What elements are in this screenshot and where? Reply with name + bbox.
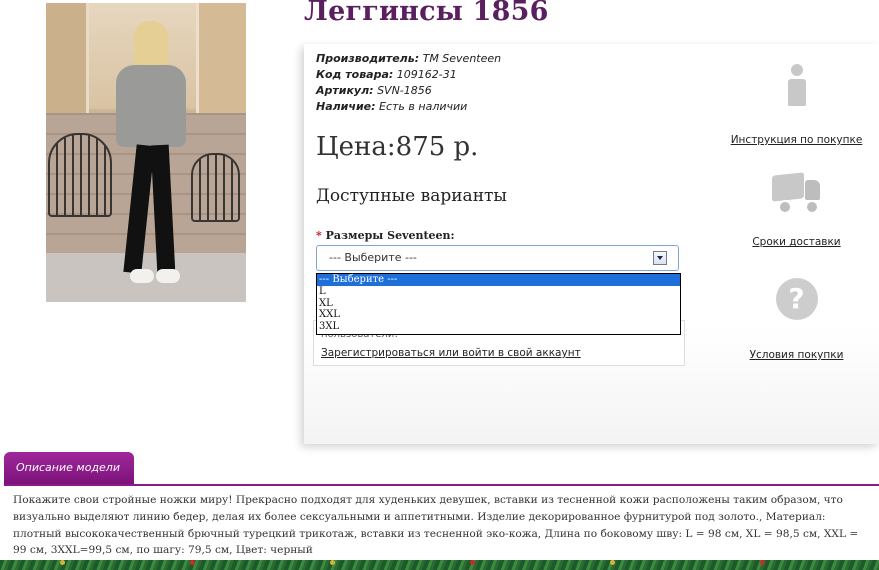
model-hair	[134, 21, 168, 67]
model-shoe-left	[130, 269, 154, 283]
register-login-link[interactable]: Зарегистрироваться или войти в свой акка…	[321, 347, 581, 359]
photo-grate-left	[48, 133, 112, 217]
size-select-value: --- Выберите ---	[329, 251, 417, 264]
info-icon	[785, 64, 809, 108]
garland-bauble	[760, 560, 765, 565]
meta-value: Есть в наличии	[379, 100, 468, 113]
size-option-l[interactable]: L	[317, 286, 680, 298]
product-image[interactable]	[46, 3, 246, 302]
meta-label: Код товара:	[316, 68, 394, 81]
photo-window-left	[46, 3, 89, 113]
model-shoe-right	[156, 269, 180, 283]
meta-label: Производитель:	[316, 52, 420, 65]
info-icon-dot	[790, 64, 803, 76]
info-icon-bar	[787, 79, 806, 106]
size-options-list: --- Выберите --- L XL XXL 3XL	[316, 273, 681, 335]
garland-bauble	[60, 560, 65, 565]
tab-divider	[4, 484, 879, 486]
instruction-link[interactable]: Инструкция по покупке	[714, 134, 879, 146]
tab-description-label: Описание модели	[16, 461, 120, 474]
truck-icon-wheel	[804, 200, 819, 214]
garland-bauble	[610, 560, 615, 565]
info-instruction[interactable]: Инструкция по покупке	[714, 64, 879, 146]
info-delivery[interactable]: Сроки доставки	[714, 172, 879, 248]
truck-icon-box	[771, 172, 804, 202]
garland-decoration	[0, 560, 879, 570]
chevron-down-icon[interactable]	[653, 251, 667, 265]
meta-label: Артикул:	[316, 84, 374, 97]
size-label-text: Размеры Seventeen:	[325, 229, 455, 242]
truck-icon-cab	[804, 180, 820, 200]
meta-value: TM Seventeen	[422, 52, 502, 65]
info-column: Инструкция по покупке Сроки доставки ? У…	[714, 44, 879, 374]
product-description: Покажите свои стройные ножки миру! Прекр…	[13, 494, 859, 557]
size-option-placeholder[interactable]: --- Выберите ---	[317, 274, 680, 286]
photo-model	[116, 21, 186, 291]
conditions-link[interactable]: Условия покупки	[714, 349, 879, 361]
question-icon: ?	[775, 278, 818, 320]
meta-value: SVN-1856	[377, 84, 432, 97]
info-conditions[interactable]: ? Условия покупки	[714, 278, 879, 361]
required-mark: *	[316, 229, 322, 242]
tab-description[interactable]: Описание модели	[4, 452, 134, 484]
delivery-link[interactable]: Сроки доставки	[714, 236, 879, 248]
product-title: Леггинсы 1856	[304, 0, 549, 27]
garland-bauble	[470, 560, 475, 565]
variants-heading: Доступные варианты	[316, 186, 507, 206]
photo-window-right	[196, 3, 246, 113]
truck-icon-wheel	[777, 200, 792, 214]
garland-bauble	[330, 560, 335, 565]
size-select[interactable]: --- Выберите ---	[316, 245, 679, 271]
photo-grate-right	[191, 153, 240, 222]
product-price: Цена:875 р.	[316, 132, 479, 162]
meta-product-code: Код товара: 109162-31	[316, 67, 501, 83]
meta-value: 109162-31	[396, 68, 457, 81]
size-option-xxl[interactable]: XXL	[317, 309, 680, 321]
meta-article: Артикул: SVN-1856	[316, 83, 501, 99]
size-option-3xl[interactable]: 3XL	[317, 321, 680, 333]
meta-manufacturer: Производитель: TM Seventeen	[316, 51, 501, 67]
product-meta: Производитель: TM Seventeen Код товара: …	[316, 51, 501, 115]
size-option-xl[interactable]: XL	[317, 298, 680, 310]
truck-icon	[771, 172, 822, 214]
product-panel: Производитель: TM Seventeen Код товара: …	[304, 44, 879, 444]
model-leg-left	[123, 144, 155, 274]
meta-label: Наличие:	[316, 100, 376, 113]
model-top	[116, 65, 186, 147]
garland-bauble	[190, 560, 195, 565]
model-leg-right	[150, 144, 176, 274]
meta-availability: Наличие: Есть в наличии	[316, 99, 501, 115]
size-label: * Размеры Seventeen:	[316, 229, 455, 242]
